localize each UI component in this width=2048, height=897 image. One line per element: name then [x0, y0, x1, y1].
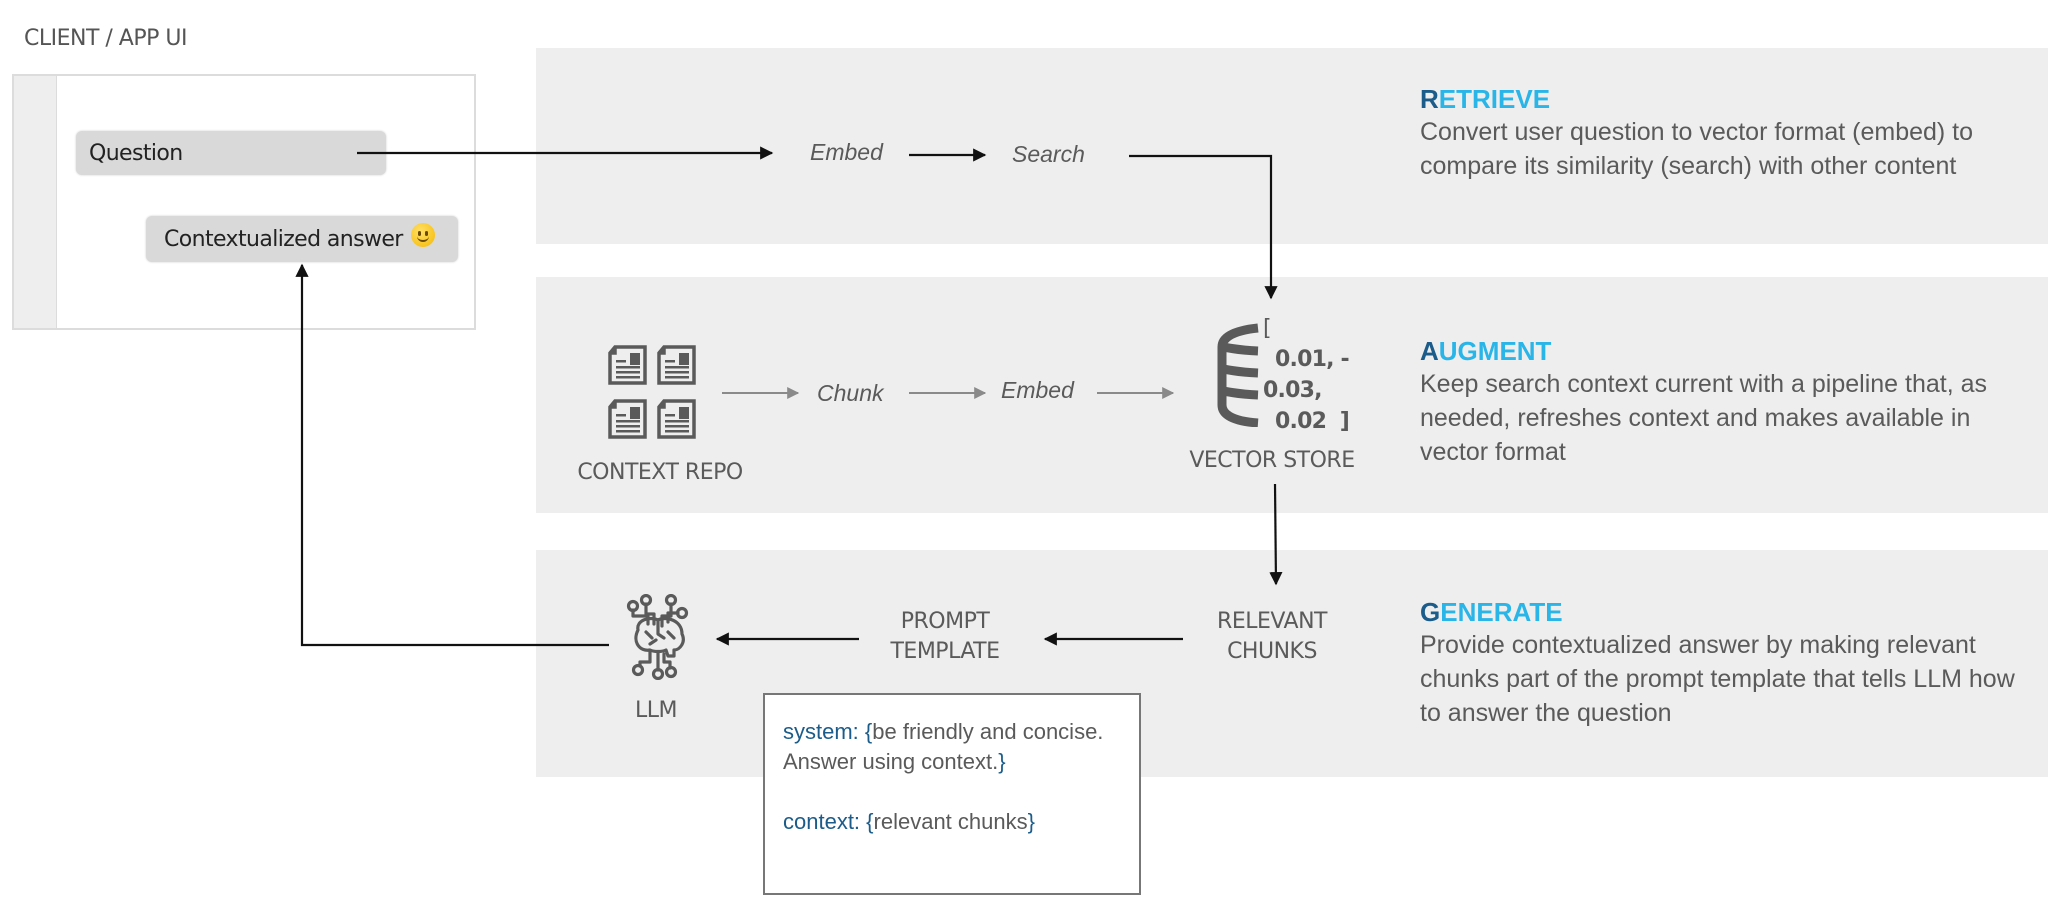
augment-step-embed: Embed	[1001, 377, 1074, 403]
augment-step-chunk: Chunk	[817, 380, 884, 406]
vector-values: [ 0.01, - 0.03, 0.02 ]	[1263, 316, 1350, 434]
prompt-system-line: system: {be friendly and concise. Answer…	[783, 719, 1104, 774]
context-repo-label: CONTEXT REPO	[577, 460, 743, 485]
prompt-context-line: context: {relevant chunks}	[783, 809, 1035, 834]
augment-description: Keep search context current with a pipel…	[1420, 370, 1987, 466]
arrow-vector-store-to-chunks	[1269, 483, 1283, 586]
retrieve-description: Convert user question to vector format (…	[1420, 118, 1974, 180]
generate-section: GENERATE Provide contextualized answer b…	[1420, 597, 2020, 730]
brain-circuit-icon	[624, 593, 692, 685]
retrieve-title: RETRIEVE	[1420, 84, 1551, 114]
augment-section: AUGMENT Keep search context current with…	[1420, 336, 2020, 469]
prompt-template-label: PROMPT TEMPLATE	[890, 609, 1000, 664]
database-icon	[1216, 323, 1260, 432]
augment-title: AUGMENT	[1420, 336, 1552, 366]
generate-title: GENERATE	[1420, 597, 1563, 627]
relevant-chunks-label: RELEVANT CHUNKS	[1217, 609, 1327, 664]
documents-icon	[607, 345, 703, 446]
arrow-search-to-vector-store	[1129, 154, 1278, 300]
generate-description: Provide contextualized answer by making …	[1420, 631, 2015, 727]
retrieve-step-embed: Embed	[810, 139, 883, 165]
retrieve-section: RETRIEVE Convert user question to vector…	[1420, 84, 2020, 183]
vector-store-label: VECTOR STORE	[1189, 448, 1355, 473]
prompt-template-box: system: {be friendly and concise. Answer…	[763, 693, 1141, 895]
llm-label: LLM	[635, 698, 678, 723]
arrow-llm-to-answer	[295, 263, 609, 647]
retrieve-step-search: Search	[1012, 141, 1085, 167]
